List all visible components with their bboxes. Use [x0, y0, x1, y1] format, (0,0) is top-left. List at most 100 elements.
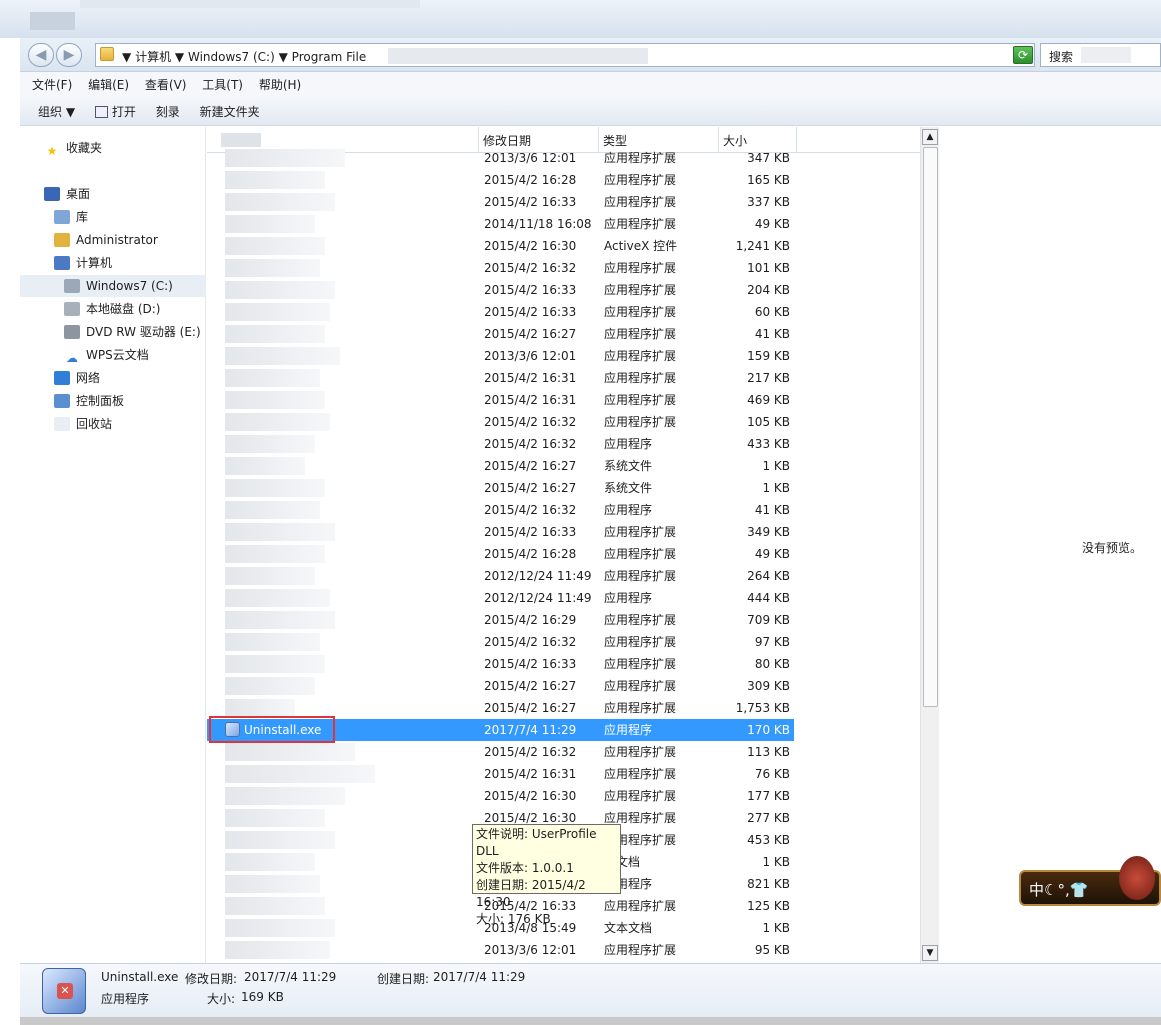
highlight-annotation-box — [209, 716, 335, 743]
ime-status-bar[interactable]: 中☾°,👕 — [1019, 856, 1161, 906]
table-row[interactable]: 2013/3/6 12:01 应用程序扩展 347 KB — [207, 147, 921, 169]
table-row[interactable]: 2015/4/2 16:31 应用程序扩展 76 KB — [207, 763, 921, 785]
blurred-column-name — [221, 133, 261, 147]
scroll-up-icon[interactable]: ▲ — [922, 129, 938, 145]
table-row[interactable]: 2015/4/2 16:32 应用程序扩展 105 KB — [207, 411, 921, 433]
nav-item[interactable]: 网络 — [20, 367, 100, 389]
blurred-file-name — [225, 567, 315, 585]
table-row[interactable]: 2015/4/2 16:30 ActiveX 控件 1,241 KB — [207, 235, 921, 257]
file-size: 469 KB — [747, 393, 790, 407]
breadcrumb-arrow[interactable]: ▼ — [279, 50, 288, 64]
table-row[interactable]: 2015/4/2 16:27 应用程序扩展 309 KB — [207, 675, 921, 697]
blurred-file-name — [225, 413, 330, 431]
table-row[interactable]: 2015/4/2 16:32 应用程序扩展 97 KB — [207, 631, 921, 653]
new-folder-button[interactable]: 新建文件夹 — [200, 98, 260, 126]
ime-mascot-icon — [1119, 856, 1155, 900]
table-row[interactable]: 2015/4/2 16:27 系统文件 1 KB — [207, 455, 921, 477]
address-bar[interactable]: ▼ 计算机 ▼ Windows7 (C:) ▼ Program File ▼ — [95, 43, 1035, 67]
file-type: 应用程序扩展 — [604, 283, 677, 297]
file-type: 应用程序扩展 — [604, 261, 677, 275]
table-row-selected[interactable]: Uninstall.exe 2017/7/4 11:29 应用程序 170 KB — [207, 716, 921, 743]
details-modified-label: 修改日期: — [185, 972, 238, 986]
menu-help[interactable]: 帮助(H) — [253, 72, 307, 98]
ime-label[interactable]: 中☾°,👕 — [1029, 879, 1088, 900]
address-row: ◀ ▶ ▼ 计算机 ▼ Windows7 (C:) ▼ Program File… — [20, 38, 1161, 72]
nav-item[interactable]: 回收站 — [20, 413, 112, 435]
table-row[interactable]: 2015/4/2 16:31 应用程序扩展 469 KB — [207, 389, 921, 411]
breadcrumb-program-files[interactable]: Program File — [292, 50, 367, 64]
organize-button[interactable]: 组织 ▼ — [38, 98, 75, 126]
table-row[interactable]: 2013/3/6 12:01 应用程序扩展 159 KB — [207, 345, 921, 367]
nav-item[interactable]: 控制面板 — [20, 390, 124, 412]
back-button[interactable]: ◀ — [28, 43, 54, 67]
nav-item-label: 回收站 — [76, 417, 113, 431]
table-row[interactable]: 2013/3/6 12:01 应用程序扩展 95 KB — [207, 939, 921, 961]
table-row[interactable]: 2015/4/2 16:33 应用程序扩展 204 KB — [207, 279, 921, 301]
nav-item[interactable]: Administrator — [20, 229, 158, 251]
table-row[interactable]: 2015/4/2 16:28 应用程序扩展 49 KB — [207, 543, 921, 565]
table-row[interactable]: 2015/4/2 16:32 应用程序 41 KB — [207, 499, 921, 521]
vertical-scrollbar[interactable]: ▲ ▼ — [920, 127, 939, 963]
nav-item[interactable]: 桌面 — [20, 183, 90, 205]
breadcrumb-arrow[interactable]: ▼ — [175, 50, 184, 64]
nav-item[interactable]: 计算机 — [20, 252, 112, 274]
open-button[interactable]: 打开 — [94, 98, 136, 126]
nav-item[interactable]: 本地磁盘 (D:) — [20, 298, 160, 320]
blurred-file-name — [225, 457, 305, 475]
table-row[interactable]: 2015/4/2 16:33 应用程序扩展 60 KB — [207, 301, 921, 323]
table-row[interactable]: 2012/12/24 11:49 应用程序 444 KB — [207, 587, 921, 609]
file-date: 2015/4/2 16:27 — [484, 679, 577, 693]
nav-item-label: Windows7 (C:) — [86, 279, 173, 293]
table-row[interactable]: 2015/4/2 16:32 应用程序 433 KB — [207, 433, 921, 455]
file-type: 应用程序扩展 — [604, 635, 677, 649]
blurred-file-name — [225, 193, 335, 211]
table-row[interactable]: 2015/4/2 16:32 应用程序扩展 101 KB — [207, 257, 921, 279]
table-row[interactable]: 2015/4/2 16:30 应用程序扩展 177 KB — [207, 785, 921, 807]
table-row[interactable]: 2015/4/2 16:27 应用程序扩展 41 KB — [207, 323, 921, 345]
breadcrumb-drive[interactable]: Windows7 (C:) — [188, 50, 275, 64]
file-size: 204 KB — [747, 283, 790, 297]
nav-item[interactable]: Windows7 (C:) — [20, 275, 206, 297]
search-input[interactable]: 搜索 — [1040, 43, 1161, 67]
nav-item[interactable]: DVD RW 驱动器 (E:) — [20, 321, 201, 343]
file-date: 2015/4/2 16:33 — [484, 283, 577, 297]
window-title-bar — [0, 0, 1161, 38]
burn-button[interactable]: 刻录 — [156, 98, 180, 126]
menu-file[interactable]: 文件(F) — [26, 72, 78, 98]
nav-item[interactable]: 库 — [20, 206, 88, 228]
table-row[interactable]: 2012/12/24 11:49 应用程序扩展 264 KB — [207, 565, 921, 587]
table-row[interactable]: 2015/4/2 16:31 应用程序扩展 217 KB — [207, 367, 921, 389]
menu-edit[interactable]: 编辑(E) — [82, 72, 135, 98]
nav-item[interactable]: ☁ WPS云文档 — [20, 344, 149, 366]
table-row[interactable]: 2015/4/2 16:29 应用程序扩展 709 KB — [207, 609, 921, 631]
nav-item[interactable]: ★ 收藏夹 — [20, 137, 102, 159]
breadcrumb[interactable]: ▼ 计算机 ▼ Windows7 (C:) ▼ Program File — [122, 48, 366, 65]
refresh-icon[interactable]: ⟳ — [1013, 46, 1033, 64]
table-row[interactable]: 2015/4/2 16:33 应用程序扩展 80 KB — [207, 653, 921, 675]
breadcrumb-arrow[interactable]: ▼ — [122, 50, 131, 64]
file-size: 165 KB — [747, 173, 790, 187]
table-row[interactable]: 2015/4/2 16:28 应用程序扩展 165 KB — [207, 169, 921, 191]
blurred-file-name — [225, 479, 325, 497]
table-row[interactable]: 2014/11/18 16:08 应用程序扩展 49 KB — [207, 213, 921, 235]
blurred-search-text — [1081, 47, 1131, 63]
forward-button[interactable]: ▶ — [56, 43, 82, 67]
table-row[interactable]: 2015/4/2 16:32 应用程序扩展 113 KB — [207, 741, 921, 763]
table-row[interactable]: 2015/4/2 16:33 应用程序扩展 337 KB — [207, 191, 921, 213]
blurred-file-name — [225, 809, 325, 827]
blurred-file-name — [225, 677, 315, 695]
scroll-down-icon[interactable]: ▼ — [922, 945, 938, 961]
file-size: 170 KB — [747, 723, 790, 737]
menu-view[interactable]: 查看(V) — [139, 72, 193, 98]
file-date: 2015/4/2 16:32 — [484, 635, 577, 649]
scroll-thumb[interactable] — [923, 147, 938, 707]
menu-tools[interactable]: 工具(T) — [196, 72, 249, 98]
file-date: 2015/4/2 16:33 — [484, 657, 577, 671]
table-row[interactable]: 2015/4/2 16:33 应用程序扩展 349 KB — [207, 521, 921, 543]
breadcrumb-computer[interactable]: 计算机 — [135, 50, 171, 64]
open-label: 打开 — [111, 105, 136, 119]
table-row[interactable]: 2015/4/2 16:27 系统文件 1 KB — [207, 477, 921, 499]
tooltip-version: 文件版本: 1.0.0.1 — [476, 861, 574, 875]
blurred-file-name — [225, 787, 345, 805]
blurred-file-name — [225, 149, 345, 167]
